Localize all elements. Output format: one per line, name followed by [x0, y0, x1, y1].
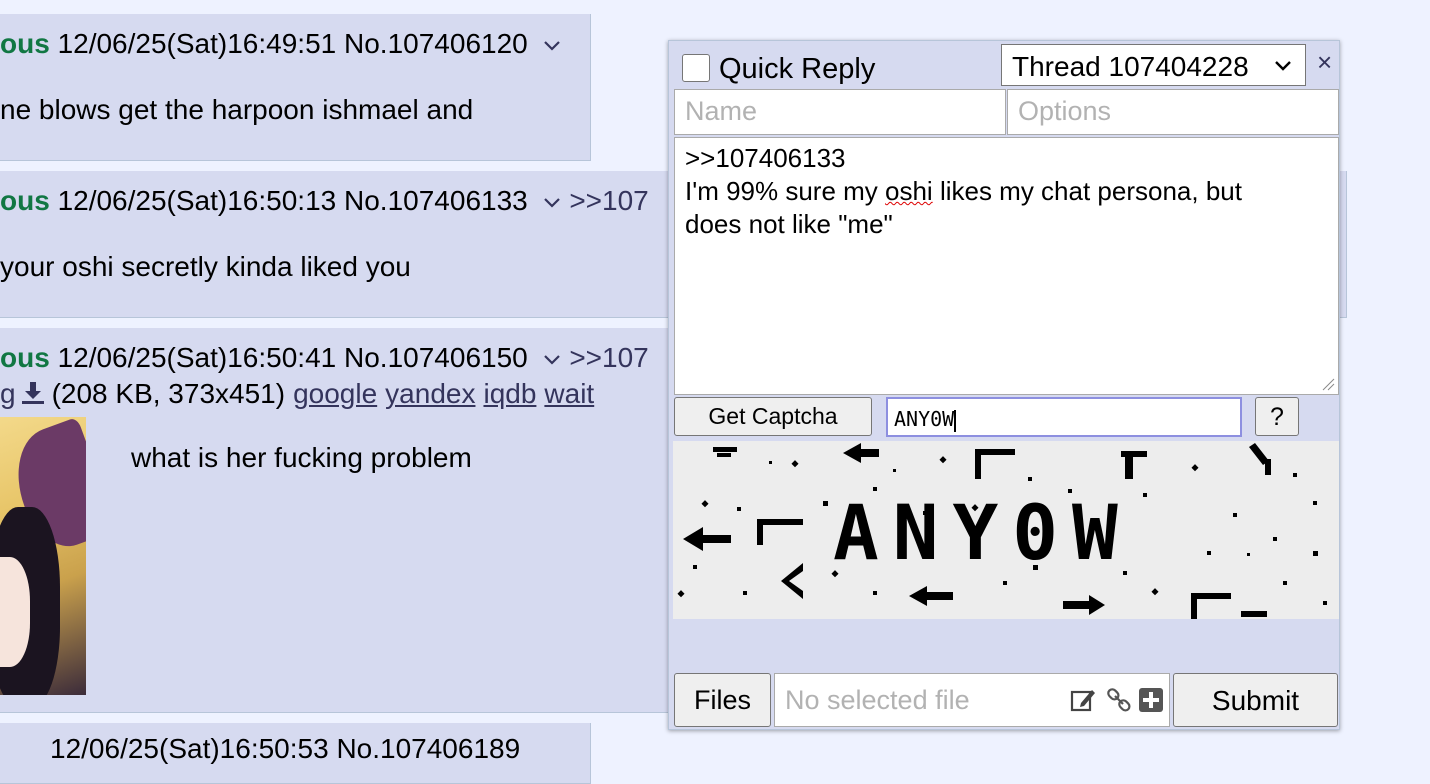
captcha-help-button[interactable]: ? — [1255, 397, 1299, 436]
backlink[interactable]: >>107 — [569, 185, 648, 216]
captcha-image: ANY0W — [673, 441, 1339, 619]
chevron-down-icon[interactable] — [542, 353, 562, 367]
file-field[interactable]: No selected file — [774, 673, 1170, 727]
post-message: ne blows get the harpoon ishmael and — [0, 94, 474, 125]
post-message: what is her fucking problem — [131, 442, 472, 473]
chevron-down-icon[interactable] — [542, 39, 562, 53]
post-datetime: 12/06/25(Sat)16:50:41 — [57, 342, 337, 373]
file-name-link[interactable]: g — [0, 378, 16, 409]
captcha-glyphs: ANY0W — [833, 488, 1132, 577]
captcha-input[interactable]: ANY0W — [886, 397, 1242, 437]
post-thumbnail[interactable] — [0, 417, 86, 695]
chevron-down-icon[interactable] — [542, 196, 562, 210]
options-placeholder: Options — [1018, 96, 1112, 126]
quick-reply-window: Quick Reply Thread 107404228 × Name Opti… — [668, 40, 1340, 730]
resize-grip-icon[interactable] — [1321, 377, 1335, 391]
submit-button[interactable]: Submit — [1173, 673, 1338, 727]
post-info: ous 12/06/25(Sat)16:49:51 No.107406120 — [0, 28, 562, 60]
post-info: 12/06/25(Sat)16:50:53 No.107406189 — [50, 733, 520, 765]
name-field[interactable]: Name — [674, 89, 1006, 135]
link-icon[interactable] — [1105, 686, 1133, 714]
file-size: (208 KB, 373x451) — [51, 378, 286, 409]
comment-textarea[interactable]: >>107406133 I'm 99% sure my oshi likes m… — [674, 137, 1339, 395]
file-info: g (208 KB, 373x451) google yandex iqdb wait — [0, 378, 602, 410]
post-info: ous 12/06/25(Sat)16:50:13 No.107406133 >… — [0, 185, 649, 217]
comment-line: >>107406133 — [685, 143, 846, 173]
post-number[interactable]: No.107406133 — [344, 185, 528, 216]
chevron-down-icon — [1275, 61, 1291, 71]
post-number[interactable]: No.107406120 — [344, 28, 528, 59]
misspelled-word: oshi — [885, 176, 933, 206]
post-datetime: 12/06/25(Sat)16:49:51 — [57, 28, 337, 59]
post-datetime: 12/06/25(Sat)16:50:13 — [57, 185, 337, 216]
yandex-link[interactable]: yandex — [385, 378, 475, 409]
file-placeholder: No selected file — [785, 685, 970, 715]
edit-icon[interactable] — [1069, 686, 1097, 714]
name-placeholder: Name — [685, 96, 758, 126]
add-icon[interactable] — [1137, 686, 1165, 714]
poster-name: ous — [0, 28, 50, 59]
thread-select[interactable]: Thread 107404228 — [1001, 44, 1306, 86]
reply-post: ous 12/06/25(Sat)16:50:41 No.107406150 >… — [0, 328, 701, 713]
poster-name: ous — [0, 185, 50, 216]
post-header-partial: 12/06/25(Sat)16:50:53 No.107406189 — [50, 733, 521, 764]
close-icon[interactable]: × — [1317, 47, 1332, 78]
wait-link[interactable]: wait — [544, 378, 594, 409]
post-info: ous 12/06/25(Sat)16:50:41 No.107406150 >… — [0, 342, 649, 374]
google-link[interactable]: google — [293, 378, 377, 409]
iqdb-link[interactable]: iqdb — [483, 378, 536, 409]
post-message: your oshi secretly kinda liked you — [0, 251, 411, 282]
download-icon[interactable] — [20, 380, 46, 406]
options-field[interactable]: Options — [1007, 89, 1339, 135]
captcha-input-value: ANY0W — [894, 407, 955, 431]
comment-line: I'm 99% sure my oshi likes my chat perso… — [685, 176, 1242, 206]
thread-select-value: Thread 107404228 — [1012, 51, 1249, 82]
get-captcha-button[interactable]: Get Captcha — [674, 397, 872, 436]
poster-name: ous — [0, 342, 50, 373]
reply-post: 12/06/25(Sat)16:50:53 No.107406189 — [0, 723, 591, 784]
quick-reply-title: Quick Reply — [719, 53, 876, 85]
comment-line: does not like "me" — [685, 209, 893, 239]
post-number[interactable]: No.107406150 — [344, 342, 528, 373]
backlink[interactable]: >>107 — [569, 342, 648, 373]
reply-post: ous 12/06/25(Sat)16:49:51 No.107406120 n… — [0, 14, 591, 161]
captcha-noise: ANY0W — [677, 443, 1327, 619]
files-button[interactable]: Files — [674, 673, 771, 727]
quick-reply-checkbox[interactable] — [682, 54, 710, 82]
